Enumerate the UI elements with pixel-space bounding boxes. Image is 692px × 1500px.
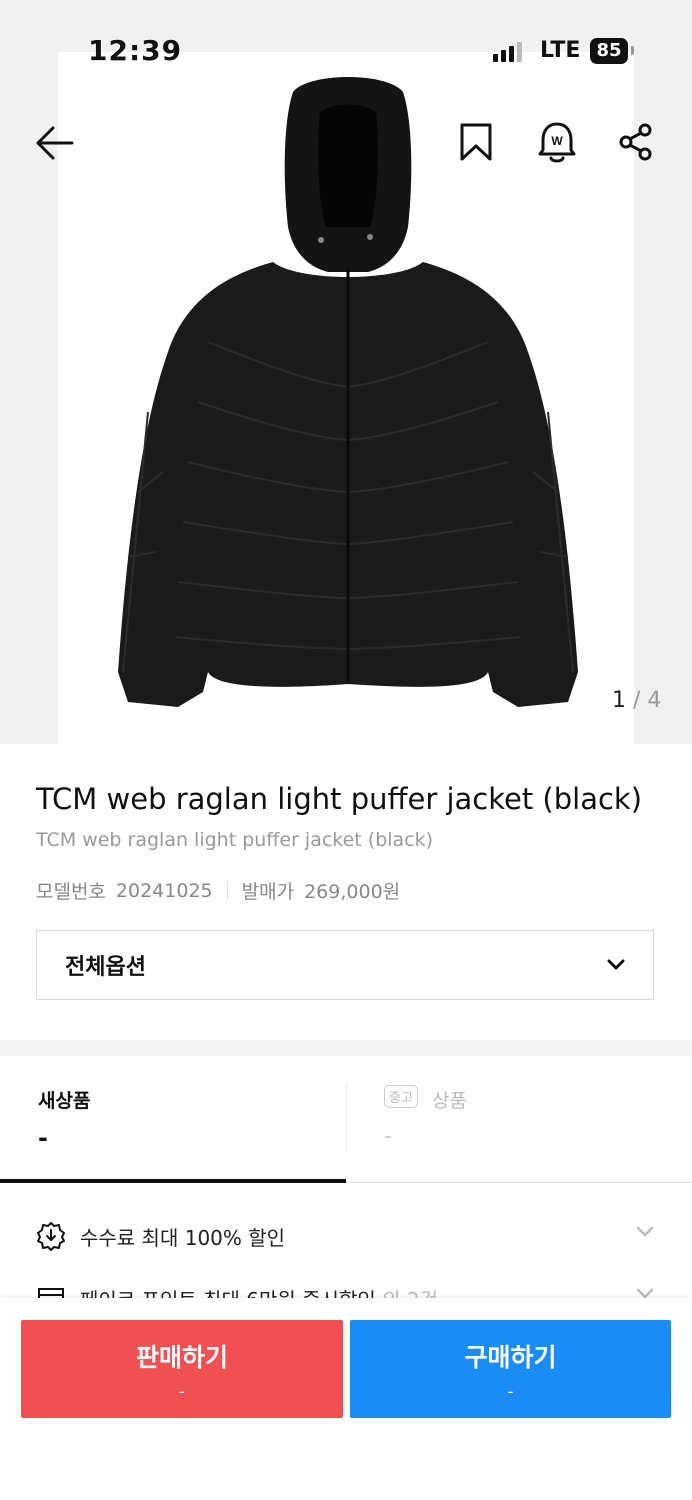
product-subtitle: TCM web raglan light puffer jacket (blac… xyxy=(36,829,434,851)
section-divider xyxy=(0,1040,692,1056)
gallery-counter: 1 / 4 xyxy=(612,688,661,713)
tab-used-product[interactable]: 중고 상품 - xyxy=(346,1056,692,1183)
share-icon xyxy=(619,123,652,161)
discount-badge-icon xyxy=(37,1222,65,1251)
tab-used-price: - xyxy=(384,1124,392,1149)
buy-button-price: - xyxy=(507,1381,514,1401)
active-tab-indicator xyxy=(0,1179,346,1183)
share-button[interactable] xyxy=(614,120,658,164)
meta-divider xyxy=(226,881,228,900)
tab-new-product[interactable]: 새상품 - xyxy=(0,1056,346,1183)
option-select[interactable]: 전체옵션 xyxy=(36,930,654,1000)
back-button[interactable] xyxy=(30,120,78,166)
bookmark-button[interactable] xyxy=(455,120,497,164)
bookmark-icon xyxy=(460,123,492,161)
release-price-value: 269,000원 xyxy=(304,881,401,903)
tab-new-label: 새상품 xyxy=(38,1090,91,1112)
svg-text:W: W xyxy=(551,134,563,148)
sell-button-price: - xyxy=(179,1381,185,1401)
sell-button-label: 판매하기 xyxy=(135,1342,228,1372)
benefit-text: 수수료 최대 100% 할인 xyxy=(80,1225,286,1250)
gallery-total: 4 xyxy=(647,688,662,713)
battery-level: 85 xyxy=(590,38,628,64)
buy-button[interactable]: 구매하기 - xyxy=(350,1320,671,1418)
gallery-current: 1 xyxy=(612,688,626,713)
benefit-fee-discount[interactable]: 수수료 최대 100% 할인 xyxy=(36,1216,656,1256)
option-select-label: 전체옵션 xyxy=(65,955,146,980)
back-arrow-icon xyxy=(36,126,74,160)
status-time: 12:39 xyxy=(88,34,183,67)
network-type: LTE xyxy=(540,38,581,63)
model-number-value: 20241025 xyxy=(115,879,213,902)
release-price-label: 발매가 xyxy=(241,881,295,903)
battery-icon xyxy=(631,46,634,55)
product-meta: 모델번호 20241025 발매가 269,000원 xyxy=(36,877,400,904)
price-alert-bell-icon: W xyxy=(538,122,576,163)
chevron-down-icon xyxy=(607,959,625,970)
buy-button-label: 구매하기 xyxy=(464,1342,557,1372)
product-image-gallery[interactable] xyxy=(0,0,692,744)
model-number-label: 모델번호 xyxy=(36,881,106,903)
price-alert-button[interactable]: W xyxy=(534,118,580,166)
cellular-signal-icon xyxy=(493,40,529,62)
used-badge: 중고 xyxy=(384,1085,418,1108)
gallery-separator: / xyxy=(633,688,641,713)
tab-new-price: - xyxy=(38,1124,48,1152)
tab-used-label: 상품 xyxy=(432,1090,467,1112)
sell-button[interactable]: 판매하기 - xyxy=(21,1320,343,1418)
product-title: TCM web raglan light puffer jacket (blac… xyxy=(36,782,643,816)
chevron-down-icon xyxy=(636,1226,654,1237)
